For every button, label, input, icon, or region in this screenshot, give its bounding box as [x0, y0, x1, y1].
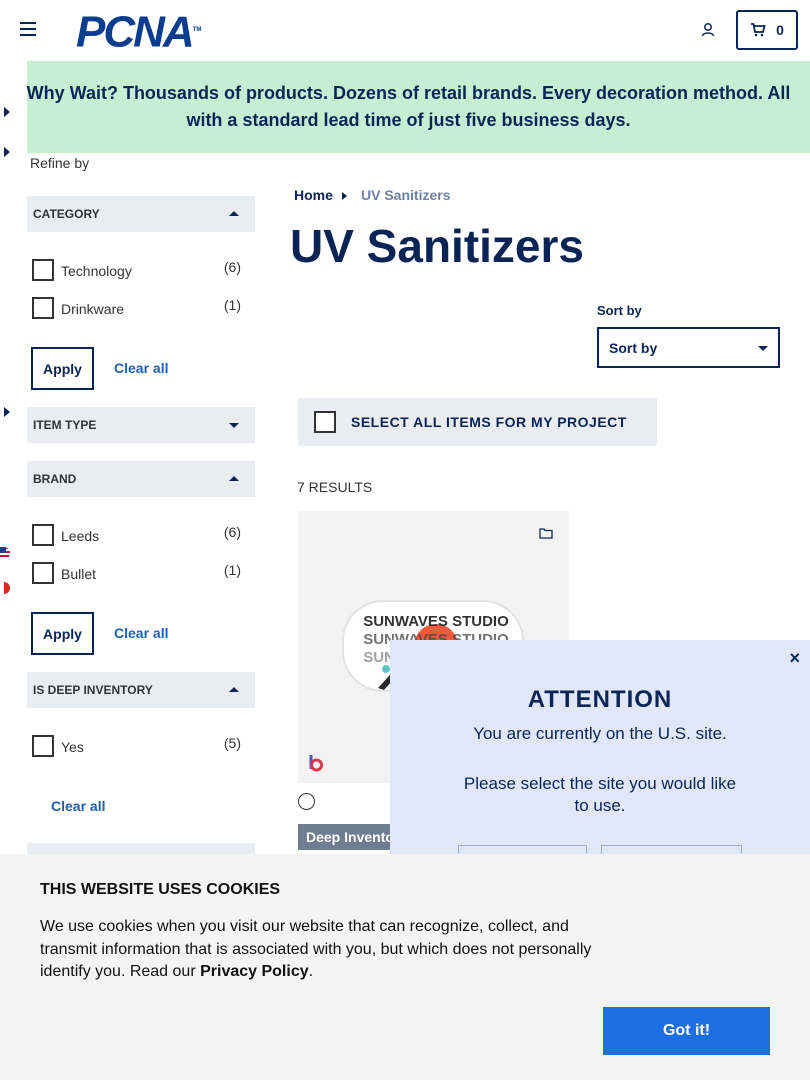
product-compare-radio[interactable]	[298, 793, 315, 810]
facet-deep-inventory-header[interactable]: IS DEEP INVENTORY	[27, 672, 255, 708]
facet-option-label: Technology	[61, 263, 132, 279]
yes-checkbox[interactable]	[32, 735, 54, 757]
bullet-brand-icon	[309, 755, 323, 772]
collapse-icon	[229, 476, 239, 481]
category-clear-all-link[interactable]: Clear all	[114, 360, 168, 376]
facet-item-type-header[interactable]: ITEM TYPE	[27, 407, 255, 443]
facet-option-label: Leeds	[61, 528, 100, 544]
facet-option-technology: Technology (6)	[32, 259, 244, 283]
technology-checkbox[interactable]	[32, 259, 54, 281]
collapse-icon	[229, 211, 239, 216]
facet-option-drinkware: Drinkware (1)	[32, 297, 244, 321]
chevron-down-icon	[758, 346, 768, 351]
facet-option-label: Yes	[61, 739, 84, 755]
facet-option-count: (6)	[223, 259, 241, 275]
edge-expand-arrow[interactable]	[4, 147, 10, 157]
close-icon[interactable]: ×	[789, 648, 800, 669]
page-title: UV Sanitizers	[290, 220, 584, 272]
cookie-body-text: We use cookies when you visit our websit…	[40, 918, 592, 980]
cart-count: 0	[776, 22, 784, 38]
privacy-policy-link[interactable]: Privacy Policy	[200, 963, 309, 980]
cookie-text: We use cookies when you visit our websit…	[40, 916, 600, 984]
product-image-text: SUNWAVES STUDIO	[363, 613, 509, 630]
breadcrumb-separator-icon	[342, 192, 347, 200]
pcna-logo[interactable]: PCNATM	[76, 10, 201, 54]
facet-title: CATEGORY	[33, 207, 100, 221]
facet-option-bullet: Bullet (1)	[32, 562, 244, 586]
cookie-banner: THIS WEBSITE USES COOKIES We use cookies…	[0, 854, 810, 1080]
user-icon[interactable]	[700, 22, 716, 38]
us-flag-icon[interactable]	[0, 547, 10, 559]
canada-flag-icon[interactable]	[0, 582, 10, 594]
select-all-items-control[interactable]: SELECT ALL ITEMS FOR MY PROJECT	[298, 398, 657, 446]
facet-brand-header[interactable]: BRAND	[27, 461, 255, 497]
menu-icon[interactable]	[20, 22, 36, 36]
edge-expand-arrow[interactable]	[4, 107, 10, 117]
refine-by-label: Refine by	[30, 155, 90, 171]
bullet-checkbox[interactable]	[32, 562, 54, 584]
facet-title: BRAND	[33, 472, 77, 486]
facet-option-label: Drinkware	[61, 301, 125, 317]
sort-label: Sort by	[597, 303, 642, 318]
cookie-period: .	[308, 963, 314, 980]
modal-current-site-text: You are currently on the U.S. site.	[473, 724, 727, 743]
sort-select[interactable]: Sort by	[597, 327, 780, 368]
expand-icon	[229, 423, 239, 428]
leeds-checkbox[interactable]	[32, 524, 54, 546]
facet-option-yes: Yes (5)	[32, 735, 244, 759]
cart-button[interactable]: 0	[736, 10, 798, 50]
deep-inventory-clear-all-link[interactable]: Clear all	[51, 798, 105, 814]
facet-option-count: (1)	[223, 297, 241, 313]
promo-banner-text: Why Wait? Thousands of products. Dozens …	[26, 83, 791, 130]
collapse-icon	[229, 687, 239, 692]
facet-option-count: (6)	[223, 524, 241, 540]
facet-option-count: (5)	[223, 735, 241, 751]
facet-option-label: Bullet	[61, 566, 97, 582]
brand-apply-button[interactable]: Apply	[31, 612, 94, 655]
breadcrumb-current: UV Sanitizers	[361, 187, 451, 203]
cart-icon	[751, 23, 766, 37]
modal-instruction-text: Please select the site you would like to…	[463, 774, 737, 815]
facet-option-leeds: Leeds (6)	[32, 524, 244, 548]
got-it-button[interactable]: Got it!	[603, 1007, 770, 1055]
facet-title: IS DEEP INVENTORY	[33, 683, 153, 697]
select-all-label: SELECT ALL ITEMS FOR MY PROJECT	[351, 414, 627, 430]
modal-title: ATTENTION	[527, 686, 673, 713]
facet-title: ITEM TYPE	[33, 418, 97, 432]
cookie-title: THIS WEBSITE USES COOKIES	[40, 881, 281, 898]
site-header: PCNATM 0	[0, 0, 810, 61]
sort-selected-value: Sort by	[609, 339, 658, 356]
brand-clear-all-link[interactable]: Clear all	[114, 625, 168, 641]
promo-banner: Why Wait? Thousands of products. Dozens …	[27, 61, 810, 153]
breadcrumb-home-link[interactable]: Home	[294, 187, 333, 203]
folder-icon[interactable]	[539, 528, 553, 539]
facet-category-header[interactable]: CATEGORY	[27, 196, 255, 232]
select-all-checkbox[interactable]	[314, 411, 336, 433]
drinkware-checkbox[interactable]	[32, 297, 54, 319]
facet-option-count: (1)	[223, 562, 241, 578]
edge-expand-arrow[interactable]	[4, 407, 10, 417]
results-count: 7 RESULTS	[297, 479, 373, 495]
category-apply-button[interactable]: Apply	[31, 347, 94, 390]
